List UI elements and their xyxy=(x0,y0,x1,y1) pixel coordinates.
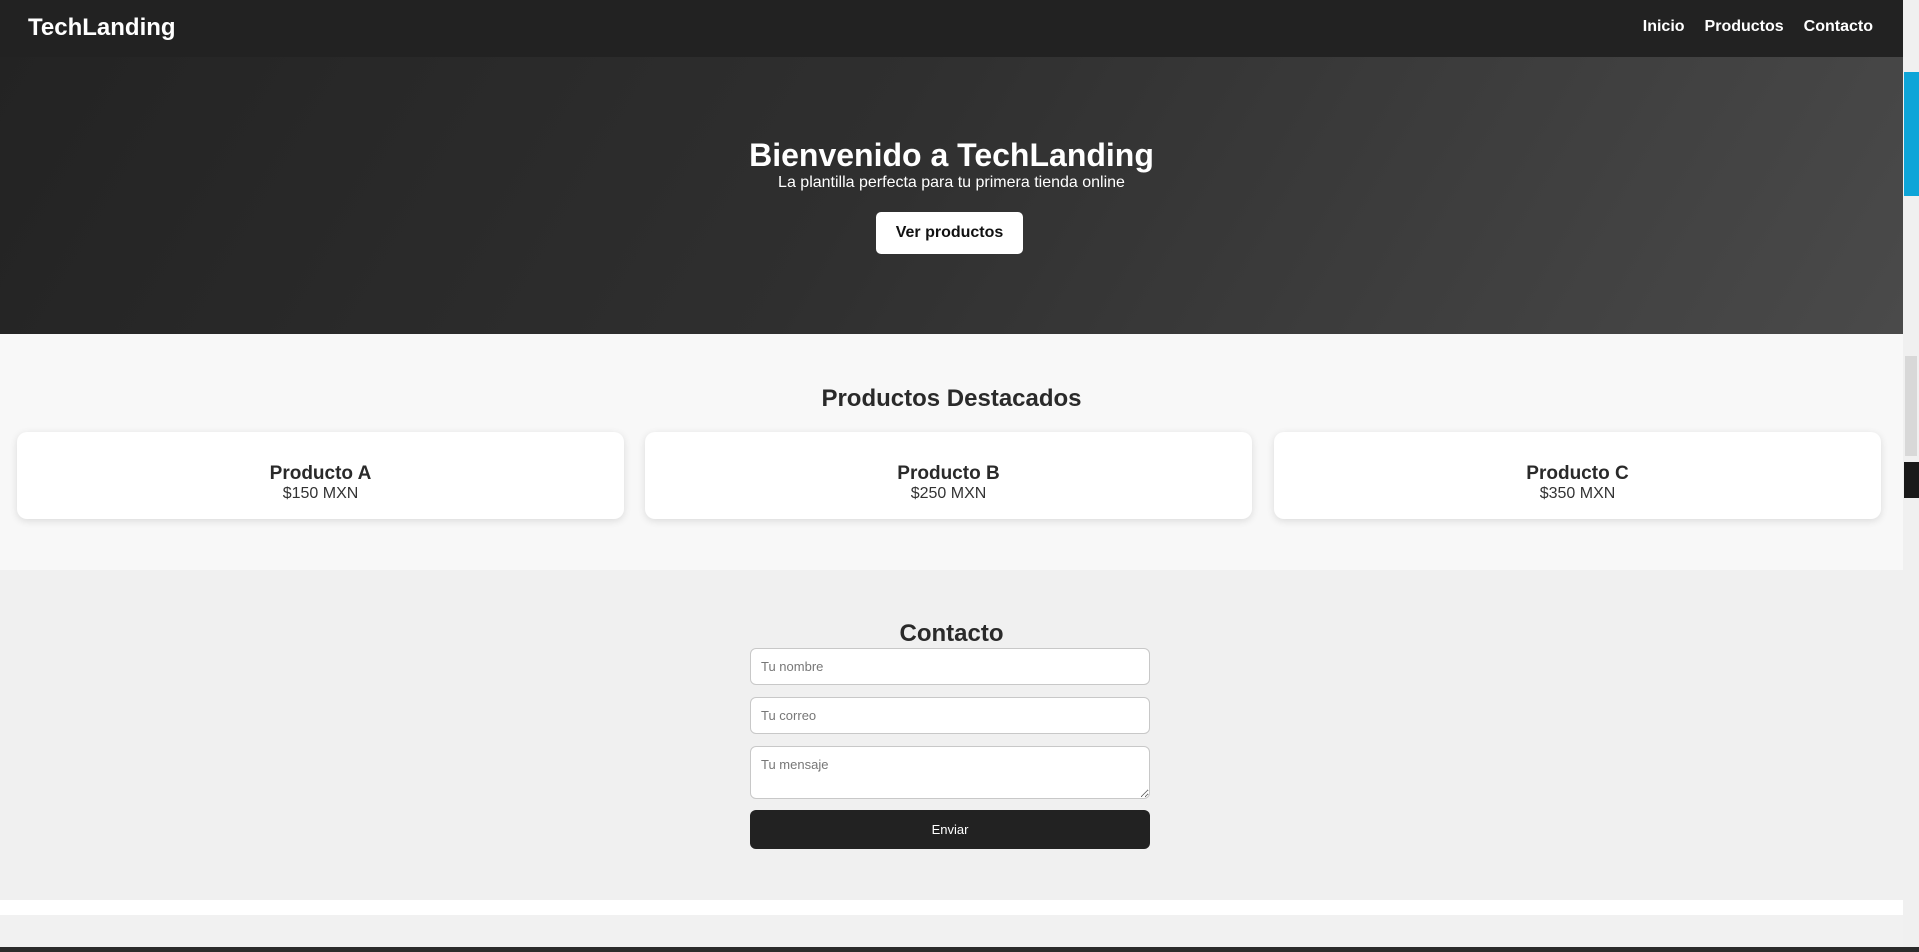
products-section: Productos Destacados Producto A $150 MXN… xyxy=(0,334,1903,570)
page-viewport: TechLanding Inicio Productos Contacto Bi… xyxy=(0,0,1903,952)
hero-title: Bienvenido a TechLanding xyxy=(749,137,1154,173)
product-card-b[interactable]: Producto B $250 MXN xyxy=(645,432,1252,519)
side-dark-bar xyxy=(1904,462,1919,498)
nav-links: Inicio Productos Contacto xyxy=(1643,18,1873,36)
hero-subtitle: La plantilla perfecta para tu primera ti… xyxy=(778,174,1125,191)
product-name: Producto A xyxy=(269,463,372,484)
hero-section: Bienvenido a TechLanding La plantilla pe… xyxy=(0,57,1903,334)
contact-title: Contacto xyxy=(899,620,1004,647)
scrollbar-thumb[interactable] xyxy=(1905,356,1917,456)
message-textarea[interactable] xyxy=(750,746,1150,799)
product-price: $250 MXN xyxy=(910,485,987,502)
view-products-button[interactable]: Ver productos xyxy=(876,212,1023,254)
products-title: Productos Destacados xyxy=(821,385,1082,412)
side-accent-bar xyxy=(1904,72,1919,196)
email-input[interactable] xyxy=(750,697,1150,734)
nav-link-inicio[interactable]: Inicio xyxy=(1643,18,1685,36)
contact-section: Contacto Enviar xyxy=(0,570,1903,900)
brand-logo[interactable]: TechLanding xyxy=(28,14,176,42)
submit-button[interactable]: Enviar xyxy=(750,810,1150,849)
nav-link-productos[interactable]: Productos xyxy=(1705,18,1784,36)
nav-link-contacto[interactable]: Contacto xyxy=(1804,18,1873,36)
product-name: Producto C xyxy=(1526,463,1629,484)
product-card-a[interactable]: Producto A $150 MXN xyxy=(17,432,624,519)
product-price: $150 MXN xyxy=(282,485,359,502)
navbar: TechLanding Inicio Productos Contacto xyxy=(0,0,1903,57)
product-price: $350 MXN xyxy=(1539,485,1616,502)
name-input[interactable] xyxy=(750,648,1150,685)
product-name: Producto B xyxy=(897,463,1000,484)
bottom-edge-bar xyxy=(0,947,1919,952)
product-card-c[interactable]: Producto C $350 MXN xyxy=(1274,432,1881,519)
footer-strip xyxy=(0,900,1903,915)
